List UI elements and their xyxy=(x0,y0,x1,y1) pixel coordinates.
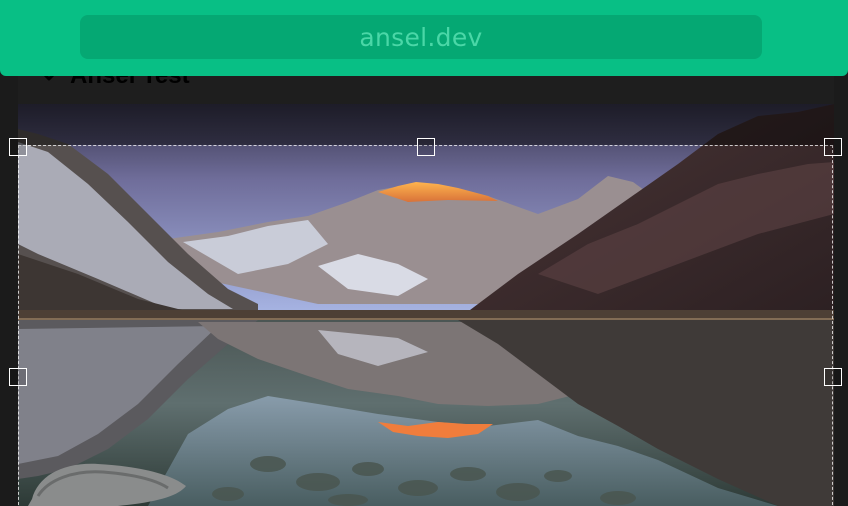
crop-handle-middle-left[interactable] xyxy=(9,368,27,386)
crop-handle-top-right[interactable] xyxy=(824,138,842,156)
url-text: ansel.dev xyxy=(359,22,483,52)
crop-handle-middle-right[interactable] xyxy=(824,368,842,386)
browser-top-bar: ansel.dev xyxy=(0,0,848,76)
app-root: Ansel Test xyxy=(0,0,848,506)
photo-canvas[interactable] xyxy=(18,104,834,506)
crop-handle-top-center[interactable] xyxy=(417,138,435,156)
crop-handle-top-left[interactable] xyxy=(9,138,27,156)
mountain-lake-photo xyxy=(18,104,834,506)
url-bar[interactable]: ansel.dev xyxy=(80,15,762,59)
